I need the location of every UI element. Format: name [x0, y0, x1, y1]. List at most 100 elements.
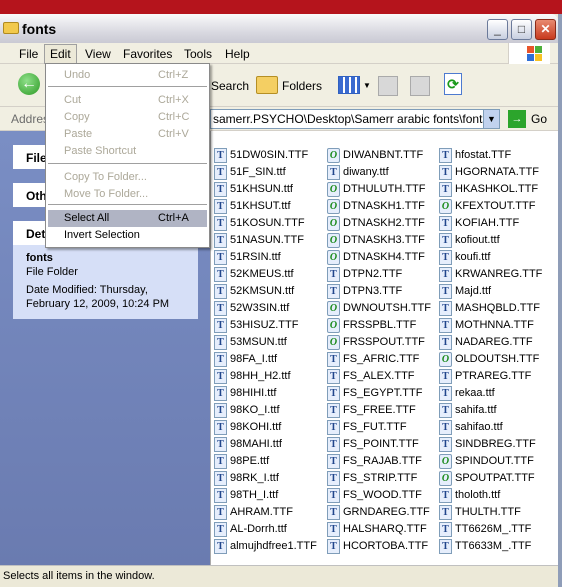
- menu-item-paste-shortcut[interactable]: Paste Shortcut: [48, 143, 207, 160]
- file-item[interactable]: T Majd.ttf: [439, 283, 491, 299]
- file-item[interactable]: T PTRAREG.TTF: [439, 368, 531, 384]
- address-input[interactable]: samerr.PSYCHO\Desktop\Samerr arabic font…: [210, 109, 500, 129]
- folders-icon[interactable]: [256, 76, 278, 94]
- menu-item-invert-selection[interactable]: Invert Selection: [48, 227, 207, 244]
- menu-item-paste[interactable]: Paste Ctrl+V: [48, 126, 207, 143]
- menu-item-copy[interactable]: Copy Ctrl+C: [48, 109, 207, 126]
- title-bar[interactable]: fonts _ □ ✕: [0, 14, 558, 44]
- file-item[interactable]: T 98TH_I.ttf: [214, 487, 278, 503]
- menu-item-undo[interactable]: Undo Ctrl+Z: [48, 67, 207, 84]
- file-item[interactable]: T FS_ALEX.TTF: [327, 368, 415, 384]
- refresh-icon[interactable]: ⟳: [444, 73, 462, 95]
- go-button[interactable]: Go: [531, 112, 547, 126]
- file-item[interactable]: O FRSSPOUT.TTF: [327, 334, 425, 350]
- back-button[interactable]: ←: [18, 73, 40, 95]
- file-item[interactable]: Tkofiout.ttf: [439, 232, 500, 248]
- file-item[interactable]: T 51KHSUN.ttf: [214, 181, 293, 197]
- file-item[interactable]: T HCORTOBA.TTF: [327, 538, 428, 554]
- file-item[interactable]: T NADAREG.TTF: [439, 334, 533, 350]
- file-item[interactable]: T 51KHSUT.ttf: [214, 198, 291, 214]
- file-item[interactable]: T 98FA_I.ttf: [214, 351, 277, 367]
- menu-file[interactable]: File: [19, 47, 38, 61]
- file-item[interactable]: T FS_FREE.TTF: [327, 402, 416, 418]
- file-item[interactable]: T 98KO_I.ttf: [214, 402, 280, 418]
- file-item[interactable]: T 51NASUN.TTF: [214, 232, 304, 248]
- file-item[interactable]: O SPINDOUT.TTF: [439, 453, 534, 469]
- go-arrow-icon[interactable]: →: [508, 110, 526, 128]
- menu-view[interactable]: View: [85, 47, 111, 61]
- address-dropdown-icon[interactable]: ▼: [483, 110, 499, 128]
- menu-item-cut[interactable]: Cut Ctrl+X: [48, 92, 207, 109]
- file-item[interactable]: T 98HIHI.ttf: [214, 385, 276, 401]
- file-item[interactable]: O DTNASKH2.TTF: [327, 215, 425, 231]
- file-list[interactable]: T 51DW0SIN.TTF T 51F_SIN.ttf T 51KHSUN.ttf T 51…: [210, 131, 558, 565]
- file-item[interactable]: T TT6633M_.TTF: [439, 538, 531, 554]
- menu-tools[interactable]: Tools: [184, 47, 212, 61]
- file-item[interactable]: T 98MAHI.ttf: [214, 436, 282, 452]
- menu-item-move-to-folder[interactable]: Move To Folder...: [48, 186, 207, 203]
- minimize-button[interactable]: _: [487, 19, 508, 40]
- file-item[interactable]: T FS_RAJAB.TTF: [327, 453, 422, 469]
- file-item[interactable]: O DTHULUTH.TTF: [327, 181, 426, 197]
- file-item[interactable]: T MOTHNNA.TTF: [439, 317, 534, 333]
- file-item[interactable]: T FS_POINT.TTF: [327, 436, 419, 452]
- file-item[interactable]: T FS_EGYPT.TTF: [327, 385, 422, 401]
- views-icon[interactable]: [338, 76, 360, 94]
- file-item[interactable]: Tdiwany.ttf: [327, 164, 389, 180]
- file-item[interactable]: T 98RK_I.ttf: [214, 470, 279, 486]
- file-item[interactable]: O FRSSPBL.TTF: [327, 317, 416, 333]
- file-item[interactable]: T FS_STRIP.TTF: [327, 470, 417, 486]
- file-item[interactable]: O SPOUTPAT.TTF: [439, 470, 535, 486]
- file-item[interactable]: Tkoufi.ttf: [439, 249, 490, 265]
- file-item[interactable]: T AL-Dorrh.ttf: [214, 521, 287, 537]
- file-item[interactable]: T 52W3SIN.ttf: [214, 300, 289, 316]
- file-item[interactable]: Talmujhdfree1.TTF: [214, 538, 317, 554]
- menu-favorites[interactable]: Favorites: [123, 47, 172, 61]
- file-item[interactable]: T 98KOHI.ttf: [214, 419, 281, 435]
- file-item[interactable]: Ttholoth.ttf: [439, 487, 500, 503]
- file-item[interactable]: T THULTH.TTF: [439, 504, 521, 520]
- file-item[interactable]: T TT6626M_.TTF: [439, 521, 531, 537]
- file-item[interactable]: T 52KMSUN.ttf: [214, 283, 294, 299]
- search-button[interactable]: Search: [211, 79, 249, 93]
- views-dropdown-icon[interactable]: ▼: [363, 81, 371, 90]
- file-item[interactable]: T SINDBREG.TTF: [439, 436, 536, 452]
- file-item[interactable]: Tsahifao.ttf: [439, 419, 503, 435]
- file-item[interactable]: T HALSHARQ.TTF: [327, 521, 427, 537]
- file-item[interactable]: T 52KMEUS.ttf: [214, 266, 294, 282]
- menu-item-copy-to-folder[interactable]: Copy To Folder...: [48, 169, 207, 186]
- file-item[interactable]: T DTPN3.TTF: [327, 283, 402, 299]
- file-item[interactable]: T 98PE.ttf: [214, 453, 269, 469]
- file-item[interactable]: T 98HH_H2.ttf: [214, 368, 291, 384]
- file-item[interactable]: T 51KOSUN.TTF: [214, 215, 305, 231]
- file-item[interactable]: T 51DW0SIN.TTF: [214, 147, 308, 163]
- menu-help[interactable]: Help: [225, 47, 250, 61]
- menu-edit[interactable]: Edit: [44, 44, 77, 64]
- file-item[interactable]: Thfostat.TTF: [439, 147, 511, 163]
- file-item[interactable]: T FS_FUT.TTF: [327, 419, 407, 435]
- file-item[interactable]: T MASHQBLD.TTF: [439, 300, 540, 316]
- file-item[interactable]: T FS_WOOD.TTF: [327, 487, 422, 503]
- close-button[interactable]: ✕: [535, 19, 556, 40]
- file-item[interactable]: Trekaa.ttf: [439, 385, 495, 401]
- file-item[interactable]: T 53HISUZ.TTF: [214, 317, 298, 333]
- file-item[interactable]: T AHRAM.TTF: [214, 504, 293, 520]
- file-item[interactable]: O DTNASKH1.TTF: [327, 198, 425, 214]
- file-item[interactable]: O DWNOUTSH.TTF: [327, 300, 431, 316]
- folders-button[interactable]: Folders: [282, 79, 322, 93]
- file-item[interactable]: O DTNASKH3.TTF: [327, 232, 425, 248]
- file-item[interactable]: O KFEXTOUT.TTF: [439, 198, 535, 214]
- file-item[interactable]: T KRWANREG.TTF: [439, 266, 542, 282]
- file-item[interactable]: O OLDOUTSH.TTF: [439, 351, 539, 367]
- file-item[interactable]: T 53MSUN.ttf: [214, 334, 287, 350]
- maximize-button[interactable]: □: [511, 19, 532, 40]
- file-item[interactable]: T FS_AFRIC.TTF: [327, 351, 419, 367]
- file-item[interactable]: T KOFIAH.TTF: [439, 215, 519, 231]
- file-item[interactable]: O DTNASKH4.TTF: [327, 249, 425, 265]
- file-item[interactable]: T 51F_SIN.ttf: [214, 164, 286, 180]
- file-item[interactable]: T DTPN2.TTF: [327, 266, 402, 282]
- file-item[interactable]: T GRNDAREG.TTF: [327, 504, 430, 520]
- file-item[interactable]: Tsahifa.ttf: [439, 402, 497, 418]
- file-item[interactable]: T HGORNATA.TTF: [439, 164, 539, 180]
- file-item[interactable]: T HKASHKOL.TTF: [439, 181, 538, 197]
